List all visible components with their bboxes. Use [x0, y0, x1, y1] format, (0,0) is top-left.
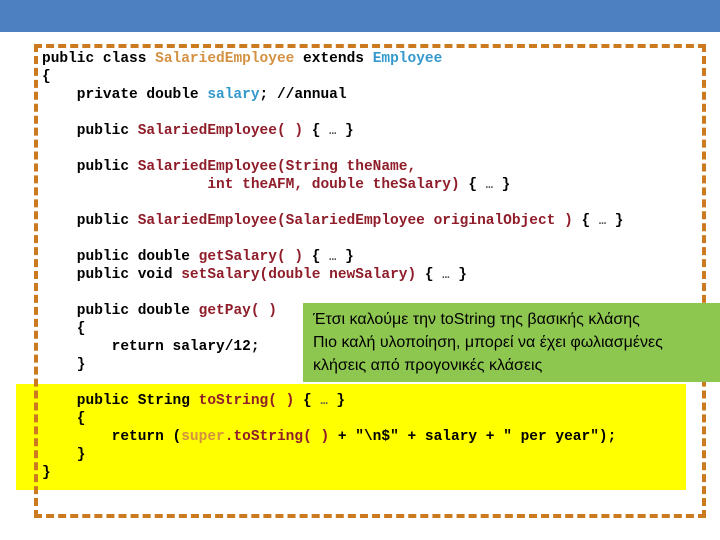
- code-token: getSalary( ): [198, 249, 304, 265]
- code-token: }: [492, 177, 511, 193]
- code-token: {: [303, 123, 330, 139]
- code-line: public String toString( ) { … }: [42, 392, 720, 410]
- code-token: extends: [294, 51, 373, 67]
- code-token: SalariedEmployee(SalariedEmployee origin…: [137, 213, 573, 229]
- code-token: {: [42, 321, 86, 337]
- code-token: getPay( ): [198, 303, 277, 319]
- code-token: {: [42, 69, 51, 85]
- code-token: super: [181, 429, 225, 445]
- code-token: public: [42, 159, 138, 175]
- code-token: salary: [207, 87, 260, 103]
- annotation-callout: Έτσι καλούμε την toString της βασικής κλ…: [303, 303, 720, 382]
- code-token: }: [42, 357, 86, 373]
- code-token: {: [459, 177, 486, 193]
- code-token: {: [42, 411, 86, 427]
- code-token: public String: [42, 393, 199, 409]
- code-line: {: [42, 410, 720, 428]
- code-token: Employee: [372, 51, 443, 67]
- code-line: }: [42, 446, 720, 464]
- code-token: .toString( ): [224, 429, 330, 445]
- code-line: return (super.toString( ) + "\n$" + sala…: [42, 428, 720, 446]
- code-token: SalariedEmployee: [155, 51, 295, 67]
- code-line: }: [42, 464, 720, 482]
- code-line: public SalariedEmployee(String theName,: [42, 158, 720, 176]
- code-token: …: [485, 178, 493, 192]
- code-token: public double: [42, 249, 199, 265]
- code-token: public class: [42, 51, 156, 67]
- code-token: SalariedEmployee(String theName,: [137, 159, 417, 175]
- code-line: {: [42, 68, 720, 86]
- code-token: public void: [42, 267, 182, 283]
- code-token: {: [416, 267, 443, 283]
- code-line: public SalariedEmployee(SalariedEmployee…: [42, 212, 720, 230]
- code-line: int theAFM, double theSalary) { … }: [42, 176, 720, 194]
- code-token: …: [442, 268, 450, 282]
- code-token: }: [327, 393, 346, 409]
- code-token: ; //annual: [259, 87, 347, 103]
- top-banner: [0, 0, 720, 32]
- code-token: private double: [42, 87, 208, 103]
- code-token: }: [606, 213, 624, 229]
- java-code-listing: public class SalariedEmployee extends Em…: [42, 50, 720, 482]
- code-token: {: [303, 249, 330, 265]
- code-token: …: [320, 394, 328, 408]
- code-token: public double: [42, 303, 199, 319]
- code-token: return (: [42, 429, 182, 445]
- callout-line-3: κλήσεις από προγονικές κλάσεις: [313, 357, 543, 374]
- code-token: + "\n$" + salary + " per year");: [329, 429, 617, 445]
- code-line: public class SalariedEmployee extends Em…: [42, 50, 720, 68]
- code-token: return salary/12;: [42, 339, 260, 355]
- code-token: toString( ): [198, 393, 295, 409]
- code-token: setSalary(double newSalary): [181, 267, 417, 283]
- code-line: private double salary; //annual: [42, 86, 720, 104]
- code-token: }: [449, 267, 467, 283]
- code-token: {: [572, 213, 599, 229]
- code-token: }: [336, 249, 354, 265]
- code-token: }: [336, 123, 354, 139]
- code-token: }: [42, 447, 86, 463]
- callout-line-2: Πιο καλή υλοποίηση, μπορεί να έχει φωλια…: [313, 334, 663, 351]
- code-token: int theAFM, double theSalary): [207, 177, 460, 193]
- code-token: {: [294, 393, 321, 409]
- code-token: }: [42, 465, 51, 481]
- callout-line-1: Έτσι καλούμε την toString της βασικής κλ…: [313, 311, 640, 328]
- code-token: public: [42, 213, 138, 229]
- code-line: public SalariedEmployee( ) { … }: [42, 122, 720, 140]
- code-token: SalariedEmployee( ): [137, 123, 304, 139]
- code-line: public double getSalary( ) { … }: [42, 248, 720, 266]
- code-line: public void setSalary(double newSalary) …: [42, 266, 720, 284]
- code-token: public: [42, 123, 138, 139]
